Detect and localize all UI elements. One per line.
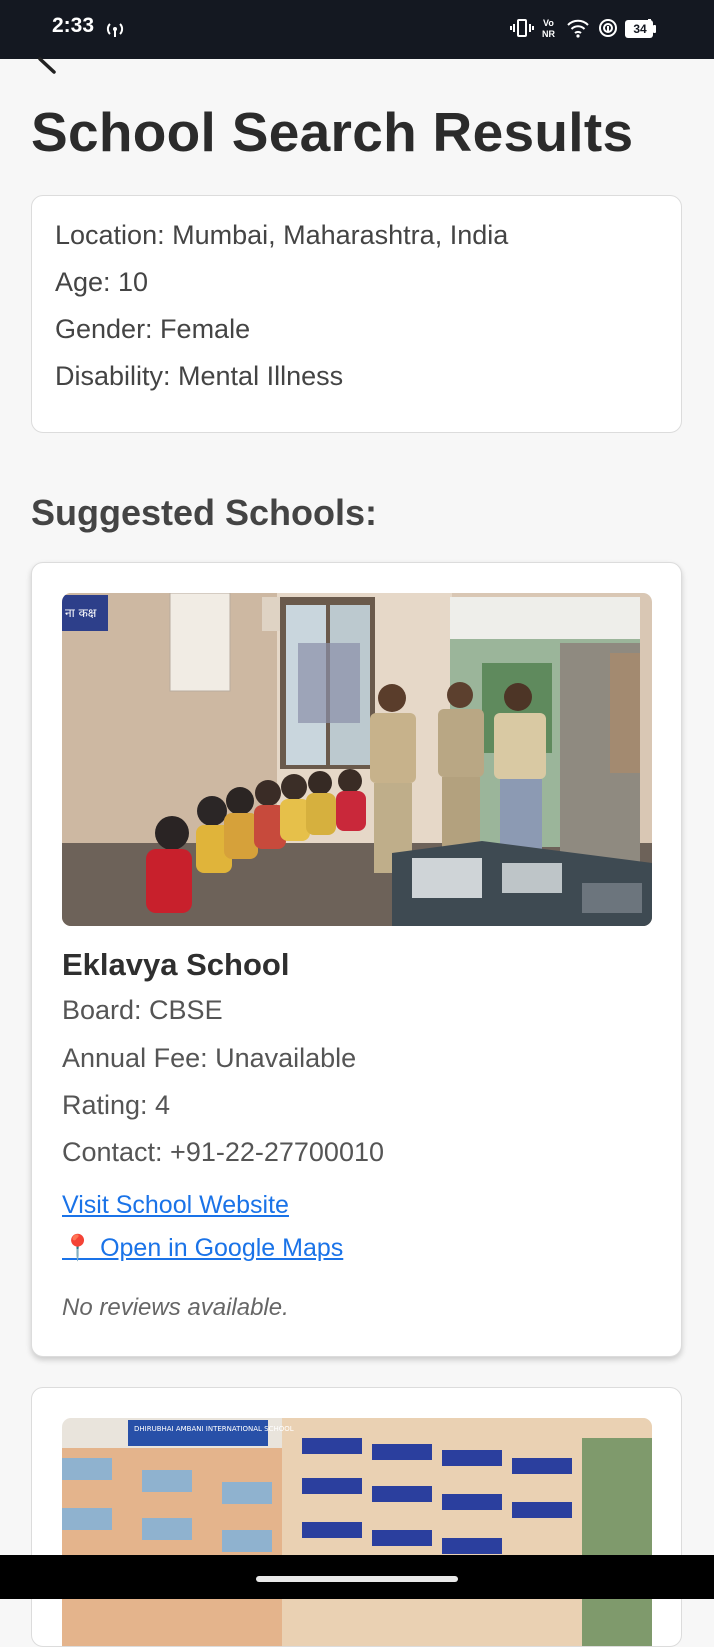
age-text: Age: 10	[55, 267, 149, 297]
location-text: Location: Mumbai, Maharashtra, India	[55, 220, 509, 250]
gender-text: Gender: Female	[55, 314, 251, 344]
battery-level: 34	[633, 22, 647, 36]
school-board: Board: CBSE	[62, 995, 223, 1025]
status-time: 2:33	[52, 14, 95, 37]
back-arrow-icon[interactable]	[34, 56, 64, 76]
photo-2-sign-text: DHIRUBHAI AMBANI INTERNATIONAL SCHOOL	[134, 1425, 294, 1433]
suggested-schools-heading: Suggested Schools:	[31, 492, 378, 533]
photo-sign-text: ना कक्ष	[65, 606, 97, 620]
school-card: ना कक्ष Eklavya School Board: CBSE Annua…	[31, 562, 682, 1357]
status-bar: 2:33 Vo NR 34	[0, 0, 714, 59]
vibrate-icon	[510, 19, 534, 37]
school-rating: Rating: 4	[62, 1090, 171, 1120]
hotspot-icon	[106, 23, 124, 37]
school-photo: DHIRUBHAI AMBANI INTERNATIONAL SCHOOL	[62, 1418, 652, 1646]
school-name: Eklavya School	[62, 947, 290, 982]
open-google-maps-link[interactable]: 📍 Open in Google Maps	[62, 1234, 343, 1263]
page-title: School Search Results	[31, 101, 634, 163]
wifi-icon	[567, 19, 589, 38]
home-gesture-bar[interactable]	[256, 1576, 458, 1582]
school-card: DHIRUBHAI AMBANI INTERNATIONAL SCHOOL	[31, 1387, 682, 1647]
school-fee: Annual Fee: Unavailable	[62, 1043, 357, 1073]
vo-bottom-text: NR	[542, 29, 555, 39]
volte-icon: Vo NR	[542, 18, 555, 39]
disability-text: Disability: Mental Illness	[55, 361, 344, 391]
vo-top-text: Vo	[543, 18, 554, 28]
search-info-card: Location: Mumbai, Maharashtra, India Age…	[31, 195, 682, 433]
school-photo: ना कक्ष	[62, 593, 652, 926]
nfc-icon	[599, 19, 617, 37]
reviews-text: No reviews available.	[62, 1294, 289, 1321]
school-contact: Contact: +91-22-27700010	[62, 1137, 384, 1167]
visit-website-link[interactable]: Visit School Website	[62, 1191, 289, 1220]
